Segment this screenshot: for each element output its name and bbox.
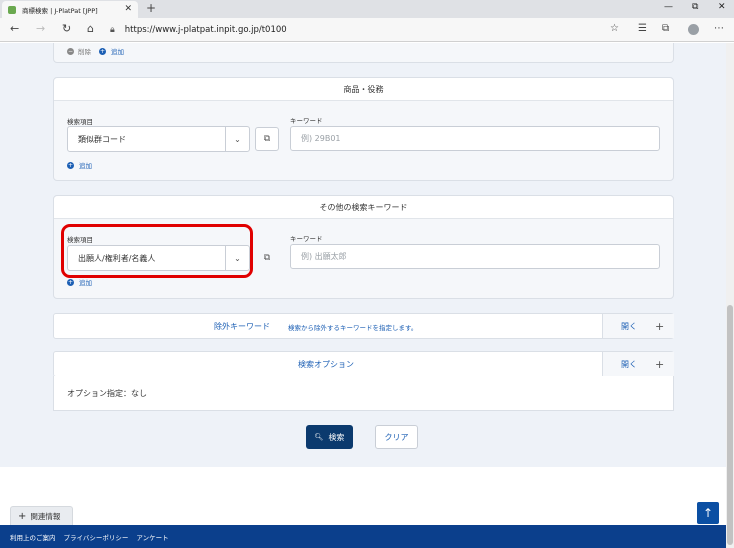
- footer-link[interactable]: プライバシーポリシー: [64, 532, 129, 542]
- add-label: 追加: [79, 279, 92, 287]
- forward-arrow-icon[interactable]: →: [36, 22, 45, 35]
- back-arrow-icon[interactable]: ←: [10, 22, 19, 35]
- copy-icon: ⧉: [263, 253, 271, 263]
- goods-services-panel: 商品・役務 検索項目 類似群コード ⌄ ⧉ キーワード 例) 29B01 + 追…: [53, 77, 674, 181]
- search-options-bar[interactable]: 検索オプション 開く +: [53, 351, 674, 377]
- exclude-keywords-bar[interactable]: 除外キーワード 検索から除外するキーワードを指定します。 開く +: [53, 313, 674, 339]
- browser-titlebar: 商標検索 | J-PlatPat [JPP] ✕ + — ⧉ ✕: [0, 0, 734, 18]
- search-item-select[interactable]: 類似群コード ⌄: [67, 126, 250, 152]
- search-options-title: 検索オプション: [298, 360, 354, 369]
- minus-circle-icon: −: [67, 47, 74, 55]
- copy-icon: ⧉: [263, 134, 271, 144]
- home-icon[interactable]: ⌂: [87, 22, 94, 35]
- add-row-link[interactable]: + 追加: [67, 160, 92, 170]
- page-bottom-area: [0, 467, 726, 525]
- open-label: 開く: [621, 359, 637, 369]
- favorite-star-icon[interactable]: ☆: [610, 23, 619, 34]
- chevron-down-icon[interactable]: ⌄: [225, 127, 249, 151]
- footer: 利用上のご案内 プライバシーポリシー アンケート: [0, 525, 726, 548]
- copy-button[interactable]: ⧉: [255, 127, 279, 151]
- panel-title: 商品・役務: [54, 78, 673, 101]
- keyword-input[interactable]: 例) 29B01: [290, 126, 660, 151]
- refresh-icon[interactable]: ↻: [62, 22, 71, 35]
- footer-link[interactable]: アンケート: [136, 532, 168, 542]
- plus-icon: +: [655, 319, 665, 333]
- plus-icon: +: [655, 357, 665, 371]
- collections-icon[interactable]: ⧉: [662, 23, 669, 34]
- page-scrollbar[interactable]: [726, 43, 734, 548]
- add-row-link[interactable]: + 追加: [67, 277, 92, 287]
- site-favicon-icon: [8, 5, 16, 14]
- tab-title: 商標検索 | J-PlatPat [JPP]: [22, 6, 98, 15]
- field-label: 検索項目: [67, 118, 93, 126]
- exclude-keywords-description: 検索から除外するキーワードを指定します。: [288, 324, 418, 332]
- plus-circle-icon: +: [67, 161, 74, 169]
- panel-title: その他の検索キーワード: [54, 196, 673, 219]
- search-button-label: 検索: [328, 432, 345, 442]
- delete-link[interactable]: − 削除 + 追加: [67, 46, 124, 56]
- previous-search-panel: − 削除 + 追加: [53, 43, 674, 63]
- address-bar: ← → ↻ ⌂ 🔒︎ https://www.j-platpat.inpit.g…: [0, 18, 734, 42]
- related-info-label: 関連情報: [30, 511, 61, 521]
- window-minimize-button[interactable]: —: [664, 2, 673, 12]
- open-label: 開く: [621, 321, 637, 331]
- highlight-box: [61, 224, 253, 278]
- window-close-button[interactable]: ✕: [718, 2, 726, 12]
- plus-circle-icon: +: [99, 47, 106, 55]
- page-content: − 削除 + 追加 商品・役務 検索項目 類似群コード ⌄ ⧉ キーワード 例)…: [0, 43, 726, 548]
- back-to-top-button[interactable]: ↑: [697, 502, 719, 524]
- keyword-label: キーワード: [290, 117, 323, 125]
- profile-avatar-icon[interactable]: [688, 24, 699, 35]
- copy-button[interactable]: ⧉: [255, 246, 279, 270]
- add-label: 追加: [111, 48, 124, 56]
- search-icon: 🔍︎: [314, 433, 324, 441]
- plus-circle-icon: +: [67, 278, 74, 286]
- option-summary: オプション指定：なし: [53, 376, 674, 411]
- search-options-open-button[interactable]: 開く +: [602, 352, 674, 376]
- more-menu-icon[interactable]: ⋯: [714, 23, 724, 34]
- delete-label: 削除: [78, 48, 91, 56]
- plus-icon: +: [18, 510, 27, 522]
- search-button[interactable]: 🔍︎ 検索: [306, 425, 353, 449]
- select-value: 類似群コード: [78, 134, 126, 144]
- scrollbar-thumb[interactable]: [727, 305, 733, 545]
- footer-link[interactable]: 利用上のご案内: [10, 532, 56, 542]
- add-label: 追加: [79, 162, 92, 170]
- favorites-list-icon[interactable]: ☰: [638, 23, 647, 34]
- exclude-keywords-open-button[interactable]: 開く +: [602, 314, 674, 338]
- window-maximize-button[interactable]: ⧉: [692, 2, 698, 12]
- lock-icon: 🔒︎: [110, 25, 115, 35]
- browser-tab[interactable]: 商標検索 | J-PlatPat [JPP] ✕: [2, 1, 138, 18]
- related-info-tab[interactable]: + 関連情報: [10, 506, 73, 525]
- keyword-label: キーワード: [290, 235, 323, 243]
- clear-button[interactable]: クリア: [375, 425, 418, 449]
- url-text: https://www.j-platpat.inpit.go.jp/t0100: [124, 25, 287, 35]
- new-tab-button[interactable]: +: [146, 1, 156, 15]
- arrow-up-icon: ↑: [702, 506, 714, 520]
- tab-close-icon[interactable]: ✕: [124, 4, 132, 14]
- exclude-keywords-title: 除外キーワード: [214, 322, 270, 331]
- keyword-input[interactable]: 例) 出願太郎: [290, 244, 660, 269]
- url-field[interactable]: 🔒︎ https://www.j-platpat.inpit.go.jp/t01…: [110, 21, 630, 39]
